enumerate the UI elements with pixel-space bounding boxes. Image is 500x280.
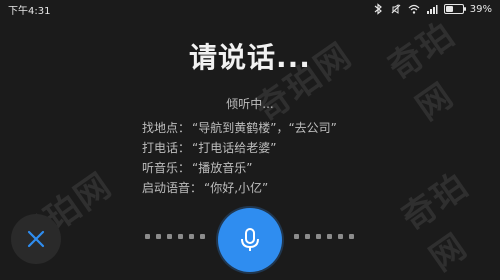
signal-icon: [426, 5, 438, 14]
example-label: 听音乐：: [142, 161, 191, 175]
example-label: 找地点：: [142, 121, 191, 135]
example-value: “你好,小亿”: [204, 181, 269, 195]
listening-status: 倾听中...: [226, 97, 274, 111]
battery-percent: 39%: [469, 3, 492, 15]
example-value: “导航到黄鹤楼”，“去公司”: [192, 121, 337, 135]
wifi-icon: [408, 4, 420, 14]
watermark: 奇珀网: [394, 164, 477, 280]
microphone-icon: [241, 228, 259, 251]
audio-level-right: [294, 233, 354, 239]
microphone-button[interactable]: [218, 208, 282, 272]
example-label: 启动语音：: [142, 181, 203, 195]
close-icon: [27, 230, 45, 248]
example-line: 启动语音： “你好,小亿”: [142, 178, 402, 198]
voice-examples: 找地点： “导航到黄鹤楼”，“去公司” 打电话： “打电话给老婆” 听音乐： “…: [142, 118, 402, 198]
status-time: 下午4:31: [8, 6, 51, 17]
mute-icon: [391, 4, 401, 14]
status-bar: 下午4:31 39%: [0, 0, 500, 18]
prompt-title: 请说话...: [189, 41, 311, 74]
example-value: “打电话给老婆”: [192, 141, 277, 155]
battery-icon: [443, 4, 466, 14]
close-button[interactable]: [11, 214, 61, 264]
example-line: 打电话： “打电话给老婆”: [142, 138, 402, 158]
status-icons: 39%: [372, 2, 492, 16]
example-value: “播放音乐”: [192, 161, 253, 175]
example-line: 听音乐： “播放音乐”: [142, 158, 402, 178]
example-line: 找地点： “导航到黄鹤楼”，“去公司”: [142, 118, 402, 138]
audio-level-left: [145, 233, 205, 239]
example-label: 打电话：: [142, 141, 191, 155]
bluetooth-icon: [374, 3, 382, 15]
